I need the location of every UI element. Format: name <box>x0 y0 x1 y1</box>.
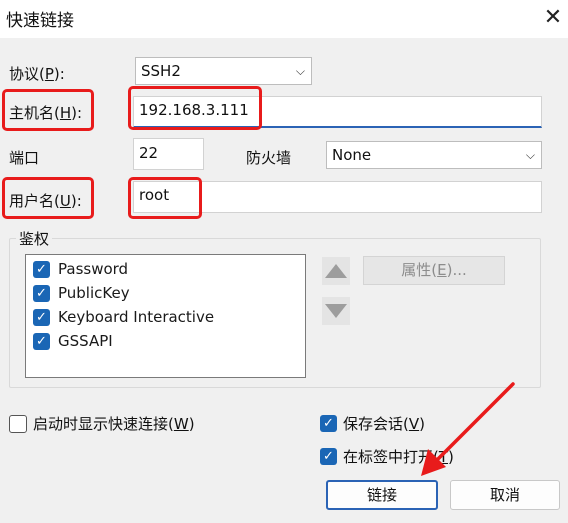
annotation-arrow-icon <box>421 382 515 476</box>
